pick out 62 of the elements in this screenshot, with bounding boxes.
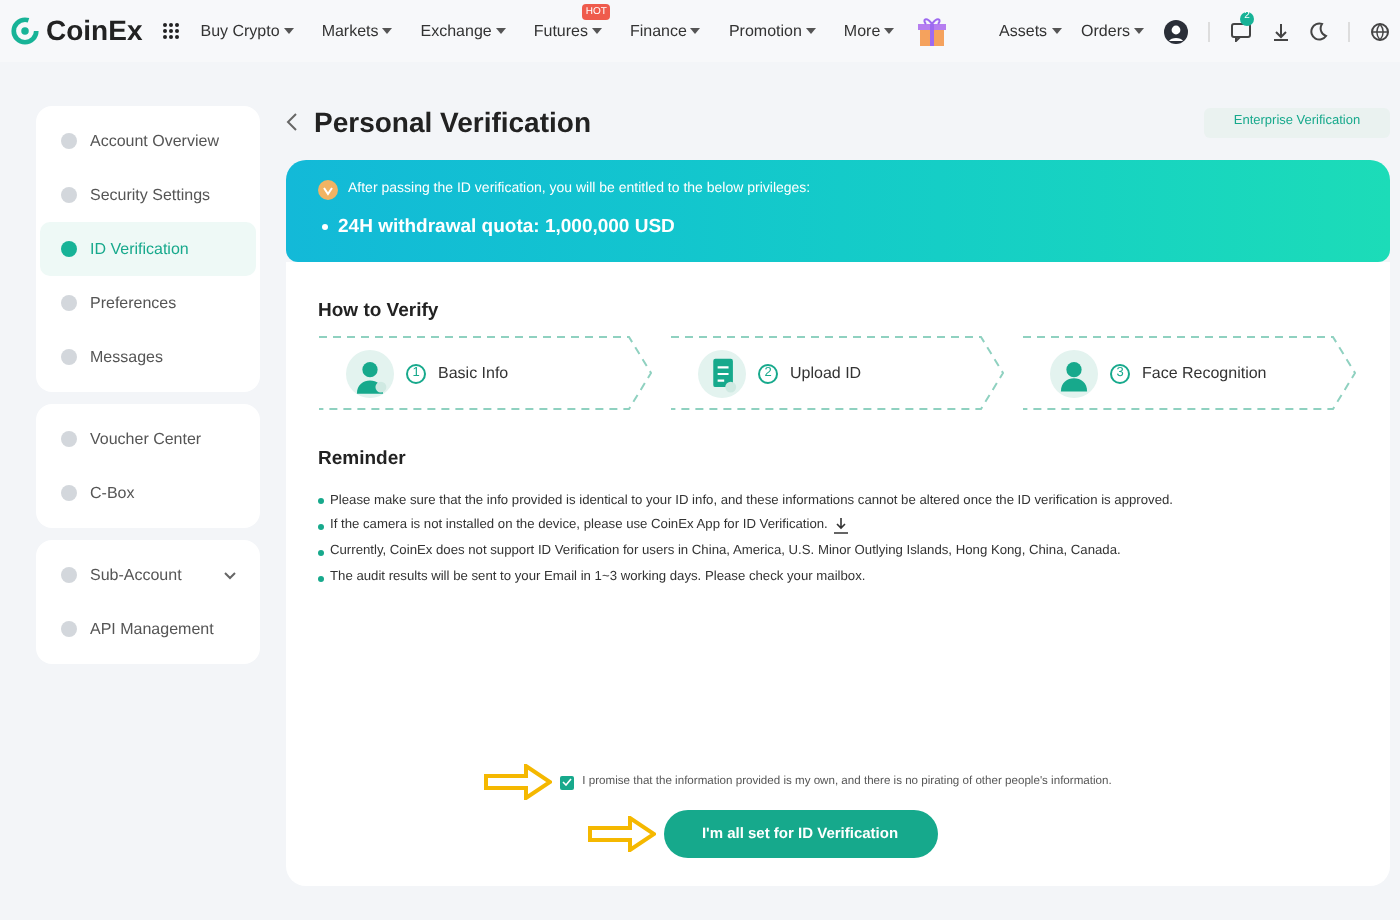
person-icon	[346, 349, 394, 398]
nav-menu[interactable]: Exchange	[420, 19, 506, 43]
caret-icon	[1051, 28, 1062, 34]
menu-item-icon	[60, 348, 78, 366]
logo-text: CoinEx	[46, 12, 143, 50]
message-icon[interactable]	[1230, 21, 1252, 41]
caret-icon	[495, 28, 506, 34]
nav-menu[interactable]: Orders	[1081, 19, 1144, 43]
nav-menu[interactable]: Markets	[321, 19, 393, 43]
nav-menu[interactable]: Futures	[533, 19, 602, 43]
section-title: Reminder	[318, 446, 408, 475]
menu-item-icon	[60, 240, 78, 258]
sidebar-item[interactable]: Security Settings	[40, 168, 256, 222]
page-title: Personal Verification	[314, 103, 591, 141]
moon-icon[interactable]	[1310, 21, 1328, 41]
chevron-down-icon	[224, 571, 236, 579]
menu-item-icon	[60, 430, 78, 448]
step-label: Face Recognition	[1142, 361, 1267, 386]
promise-checkbox[interactable]	[560, 775, 575, 789]
logo-icon	[10, 16, 40, 46]
caret-icon	[1134, 28, 1144, 34]
gift-icon[interactable]	[918, 15, 947, 47]
sidebar-item[interactable]: Preferences	[40, 276, 256, 330]
globe-icon[interactable]	[1370, 21, 1390, 41]
back-icon[interactable]	[286, 112, 298, 132]
sidebar-item[interactable]: Messages	[40, 330, 256, 384]
menu-item-icon	[60, 186, 78, 204]
step-label: Basic Info	[438, 361, 509, 386]
sidebar-item[interactable]: C-Box	[40, 466, 256, 520]
sidebar-item[interactable]: Voucher Center	[40, 412, 256, 466]
sidebar-item[interactable]: Account Overview	[40, 114, 256, 168]
download-icon[interactable]	[833, 518, 848, 535]
menu-item-icon	[60, 132, 78, 150]
nav-menu[interactable]: Buy Crypto	[200, 19, 294, 43]
sidebar-item[interactable]: Sub-Account	[40, 548, 256, 602]
menu-item-icon	[60, 484, 78, 502]
privilege-text: 24H withdrawal quota: 1,000,000 USD	[338, 213, 675, 241]
caret-icon	[690, 28, 701, 34]
caret-icon	[591, 28, 602, 34]
check-icon	[562, 778, 573, 786]
caret-icon	[283, 28, 294, 34]
apps-grid-icon[interactable]	[162, 22, 181, 40]
caret-icon	[884, 28, 895, 34]
menu-item-icon	[60, 566, 78, 584]
nav-menu[interactable]: More	[843, 19, 895, 43]
menu-item-icon	[60, 294, 78, 312]
menu-item-icon	[60, 620, 78, 638]
caret-icon	[382, 28, 393, 34]
caret-icon	[805, 28, 816, 34]
step-label: Upload ID	[790, 361, 862, 386]
face-icon	[1050, 349, 1098, 398]
document-icon	[698, 349, 746, 398]
nav-menu[interactable]: Finance	[629, 19, 701, 43]
section-title: How to Verify	[318, 298, 441, 326]
nav-menu[interactable]: Promotion	[728, 19, 816, 43]
nav-menu[interactable]: Assets	[999, 19, 1062, 43]
download-icon[interactable]	[1272, 21, 1290, 41]
arrow-annotation-icon	[587, 816, 655, 852]
arrow-annotation-icon	[484, 764, 553, 800]
avatar-icon[interactable]	[1164, 19, 1188, 43]
sidebar-item[interactable]: API Management	[40, 602, 256, 656]
medal-icon	[318, 180, 338, 201]
